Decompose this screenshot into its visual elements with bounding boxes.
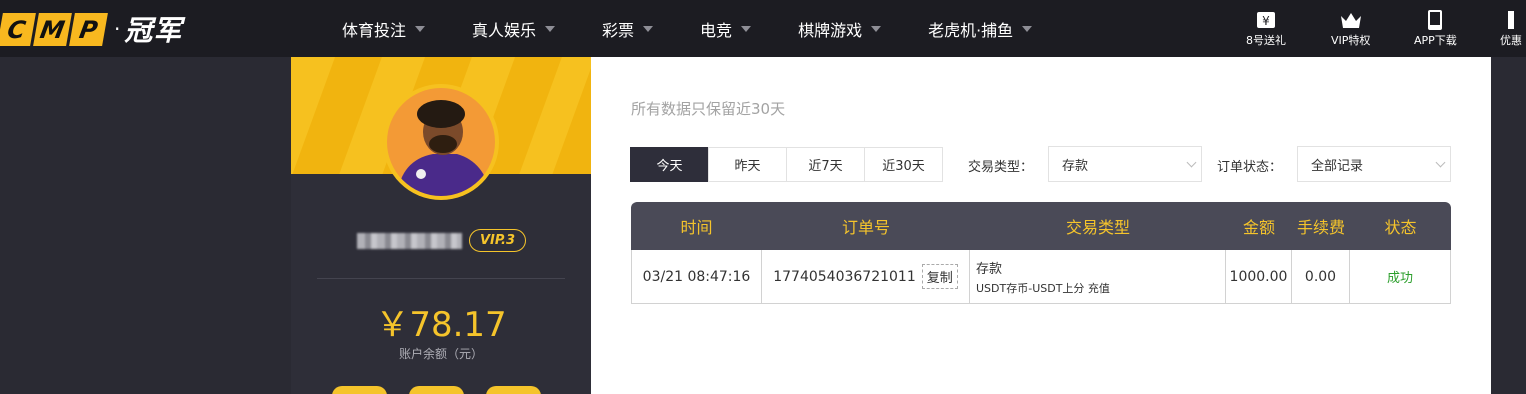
- vip-badge: VIP.3: [469, 229, 526, 252]
- divider: [317, 278, 565, 279]
- balance-label: 账户余额（元）: [398, 347, 483, 361]
- logo-letter: M: [33, 12, 72, 46]
- quick-label: VIP特权: [1331, 34, 1371, 47]
- deposit-button[interactable]: [332, 386, 387, 394]
- order-status-select[interactable]: 全部记录: [1297, 146, 1451, 182]
- logo-letter: P: [69, 12, 108, 46]
- nav-label: 电竞: [700, 20, 733, 40]
- type-main: 存款: [976, 261, 1003, 277]
- col-fee: 手续费: [1296, 218, 1345, 237]
- table-row: 03/21 08:47:16 1774054036721011 复制 存款 US…: [631, 250, 1451, 304]
- chevron-down-icon: [545, 25, 556, 32]
- logo-letter: C: [0, 12, 36, 46]
- nav-label: 真人娱乐: [472, 20, 537, 40]
- date-range-tabs: 今天 昨天 近7天 近30天: [630, 147, 943, 182]
- avatar: [383, 84, 499, 200]
- quick-link-gift[interactable]: ¥ 8号送礼: [1246, 8, 1286, 48]
- quick-label: 8号送礼: [1246, 34, 1286, 47]
- top-navbar: C M P · 冠军 体育投注 真人娱乐 彩票 电竞 棋牌游戏 老虎机·捕鱼 ¥…: [0, 0, 1526, 57]
- transaction-type-label: 交易类型：: [968, 160, 1034, 175]
- logo[interactable]: C M P · 冠军: [0, 12, 183, 47]
- transaction-type-select[interactable]: 存款: [1048, 146, 1202, 182]
- main-nav: 体育投注 真人娱乐 彩票 电竞 棋牌游戏 老虎机·捕鱼: [342, 0, 1033, 57]
- page-subtitle: 所有数据只保留近30天: [631, 100, 786, 118]
- transfer-button[interactable]: [409, 386, 464, 394]
- cell-amount: 1000.00: [1226, 250, 1292, 303]
- chevron-down-icon: [643, 25, 654, 32]
- order-status-label: 订单状态：: [1217, 160, 1283, 175]
- range-today[interactable]: 今天: [630, 147, 709, 182]
- crown-icon: [1339, 8, 1363, 32]
- col-type: 交易类型: [1065, 218, 1130, 237]
- quick-link-promo[interactable]: 优惠: [1500, 8, 1522, 48]
- transaction-type-value: 存款: [1062, 158, 1089, 174]
- records-table: 时间 订单号 交易类型 金额 手续费 状态 03/21 08:47:16 177…: [631, 202, 1451, 304]
- cell-status: 成功: [1350, 250, 1450, 303]
- nav-label: 彩票: [602, 20, 635, 40]
- quick-label: 优惠: [1500, 34, 1522, 47]
- transaction-records-panel: 所有数据只保留近30天 今天 昨天 近7天 近30天 交易类型： 存款 订单状态…: [591, 49, 1491, 394]
- chevron-down-icon: [415, 25, 426, 32]
- range-7-days[interactable]: 近7天: [786, 147, 865, 182]
- nav-label: 老虎机·捕鱼: [928, 20, 1014, 40]
- col-order-no: 订单号: [841, 218, 890, 237]
- status-badge: 成功: [1386, 271, 1413, 286]
- col-time: 时间: [680, 218, 713, 237]
- nav-label: 棋牌游戏: [798, 20, 863, 40]
- logo-letters: C M P: [0, 12, 108, 46]
- order-status-value: 全部记录: [1311, 158, 1364, 174]
- cell-fee: 0.00: [1292, 250, 1350, 303]
- quick-link-vip[interactable]: VIP特权: [1331, 8, 1370, 48]
- col-status: 状态: [1384, 218, 1417, 237]
- logo-text: 冠军: [124, 14, 183, 47]
- gift-ticket-icon: ¥: [1255, 8, 1277, 32]
- type-detail: USDT存币-USDT上分 充值: [976, 281, 1110, 295]
- range-30-days[interactable]: 近30天: [864, 147, 943, 182]
- cell-time: 03/21 08:47:16: [632, 250, 762, 303]
- account-balance: ￥78.17: [375, 305, 507, 345]
- svg-text:¥: ¥: [1262, 14, 1270, 28]
- nav-label: 体育投注: [342, 20, 407, 40]
- phone-icon: [1427, 8, 1443, 32]
- copy-button[interactable]: 复制: [921, 264, 958, 289]
- promo-icon: [1504, 8, 1518, 32]
- chevron-down-icon: [1435, 157, 1446, 168]
- nav-item-sports[interactable]: 体育投注: [342, 17, 426, 41]
- chevron-down-icon: [741, 25, 752, 32]
- order-number: 1774054036721011: [773, 268, 916, 285]
- table-header: 时间 订单号 交易类型 金额 手续费 状态: [631, 202, 1451, 250]
- chevron-down-icon: [871, 25, 882, 32]
- withdraw-button[interactable]: [486, 386, 541, 394]
- col-amount: 金额: [1242, 218, 1275, 237]
- chevron-down-icon: [1186, 157, 1197, 168]
- cell-order-no: 1774054036721011 复制: [762, 250, 970, 303]
- quick-link-app[interactable]: APP下载: [1414, 8, 1457, 48]
- nav-item-board-games[interactable]: 棋牌游戏: [798, 17, 882, 41]
- profile-panel: VIP.3 ￥78.17 账户余额（元）: [291, 57, 591, 394]
- username-blurred: [357, 233, 462, 249]
- cell-type: 存款 USDT存币-USDT上分 充值: [970, 250, 1226, 303]
- chevron-down-icon: [1022, 25, 1033, 32]
- nav-item-live-casino[interactable]: 真人娱乐: [472, 17, 556, 41]
- range-yesterday[interactable]: 昨天: [708, 147, 787, 182]
- nav-item-lottery[interactable]: 彩票: [602, 17, 654, 41]
- nav-item-slots-fishing[interactable]: 老虎机·捕鱼: [928, 17, 1033, 41]
- logo-dot: ·: [114, 17, 121, 41]
- nav-item-esports[interactable]: 电竞: [700, 17, 752, 41]
- quick-label: APP下载: [1414, 34, 1457, 47]
